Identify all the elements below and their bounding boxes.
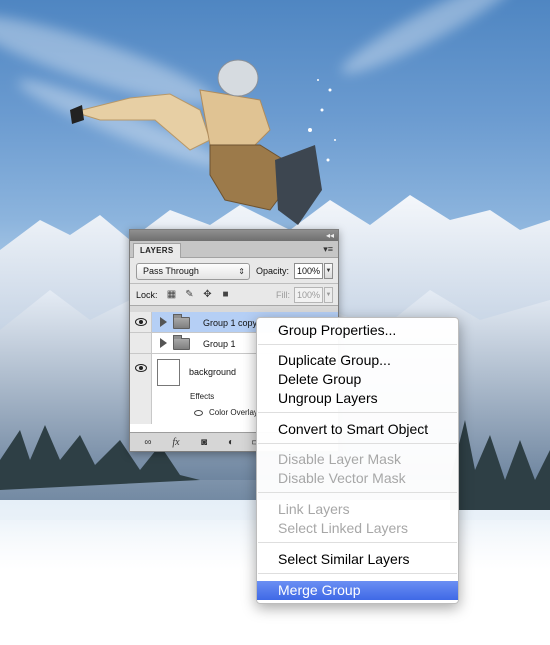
panel-menu-icon[interactable]: ▾≡ xyxy=(323,244,333,254)
menu-item-select-linked-layers: Select Linked Layers xyxy=(278,520,408,536)
panel-titlebar[interactable]: ◂◂ xyxy=(130,230,338,241)
menu-item-ungroup-layers[interactable]: Ungroup Layers xyxy=(257,389,458,408)
layer-name: Group 1 xyxy=(203,339,236,349)
menu-separator xyxy=(258,412,457,413)
menu-separator xyxy=(258,542,457,543)
visibility-toggle[interactable] xyxy=(130,312,152,332)
lock-label: Lock: xyxy=(136,290,158,300)
menu-separator xyxy=(258,344,457,345)
panel-tab-row: LAYERS ▾≡ xyxy=(130,241,338,258)
link-icon[interactable]: ∞ xyxy=(142,437,154,448)
select-arrows-icon: ⇕ xyxy=(238,267,245,276)
folder-icon xyxy=(173,335,190,350)
effect-eye-icon[interactable] xyxy=(194,410,203,416)
tab-layers[interactable]: LAYERS xyxy=(133,243,181,258)
eye-icon xyxy=(135,318,147,326)
fill-label: Fill: xyxy=(276,290,290,300)
blend-mode-value: Pass Through xyxy=(143,266,199,276)
lock-transparency-icon[interactable]: ▦ xyxy=(166,289,177,300)
mask-icon[interactable]: ◙ xyxy=(198,437,210,448)
layer-name: background xyxy=(189,367,237,377)
menu-item-disable-layer-mask: Disable Layer Mask xyxy=(278,451,401,467)
folder-icon xyxy=(173,314,190,329)
menu-item-duplicate-group[interactable]: Duplicate Group... xyxy=(257,351,458,370)
fill-dropdown-arrow[interactable]: ▼ xyxy=(324,287,333,303)
opacity-dropdown-arrow[interactable]: ▼ xyxy=(324,263,333,279)
light-streak xyxy=(334,0,526,86)
menu-item-group-properties[interactable]: Group Properties... xyxy=(257,321,458,340)
lock-pixels-icon[interactable]: ✎ xyxy=(184,289,195,300)
opacity-label: Opacity: xyxy=(256,266,290,276)
context-menu: Group Properties... Duplicate Group... D… xyxy=(256,317,459,604)
fx-icon[interactable]: fx xyxy=(170,437,182,448)
menu-item-merge-group[interactable]: Merge Group xyxy=(257,581,458,600)
fill-input[interactable]: 100% xyxy=(294,287,323,303)
visibility-toggle[interactable] xyxy=(130,333,152,353)
expand-triangle-icon[interactable] xyxy=(160,338,167,348)
eye-icon xyxy=(135,364,147,372)
layer-thumbnail xyxy=(157,359,180,386)
adjustment-icon[interactable]: ◐ xyxy=(225,437,237,448)
visibility-toggle[interactable] xyxy=(130,354,152,424)
menu-item-convert-smart-object[interactable]: Convert to Smart Object xyxy=(257,420,458,439)
menu-item-select-similar-layers[interactable]: Select Similar Layers xyxy=(257,550,458,569)
menu-item-delete-group[interactable]: Delete Group xyxy=(257,370,458,389)
menu-separator xyxy=(258,492,457,493)
effects-label: Effects xyxy=(190,392,215,401)
expand-triangle-icon[interactable] xyxy=(160,317,167,327)
layer-name: Group 1 copy xyxy=(203,318,258,328)
menu-separator xyxy=(258,443,457,444)
lock-row: Lock: ▦ ✎ ✥ ■ Fill: 100% ▼ xyxy=(130,284,338,306)
menu-separator xyxy=(258,573,457,574)
lock-position-icon[interactable]: ✥ xyxy=(202,289,213,300)
lock-all-icon[interactable]: ■ xyxy=(220,289,231,300)
snowboarder-figure xyxy=(70,59,336,225)
effect-name[interactable]: Color Overlay xyxy=(209,408,258,417)
opacity-input[interactable]: 100% xyxy=(294,263,323,279)
menu-item-disable-vector-mask: Disable Vector Mask xyxy=(278,470,406,486)
menu-item-link-layers: Link Layers xyxy=(278,501,350,517)
blend-mode-select[interactable]: Pass Through ⇕ xyxy=(136,263,250,280)
blend-mode-row: Pass Through ⇕ Opacity: 100% ▼ xyxy=(130,258,338,284)
collapse-icon[interactable]: ◂◂ xyxy=(326,230,334,241)
